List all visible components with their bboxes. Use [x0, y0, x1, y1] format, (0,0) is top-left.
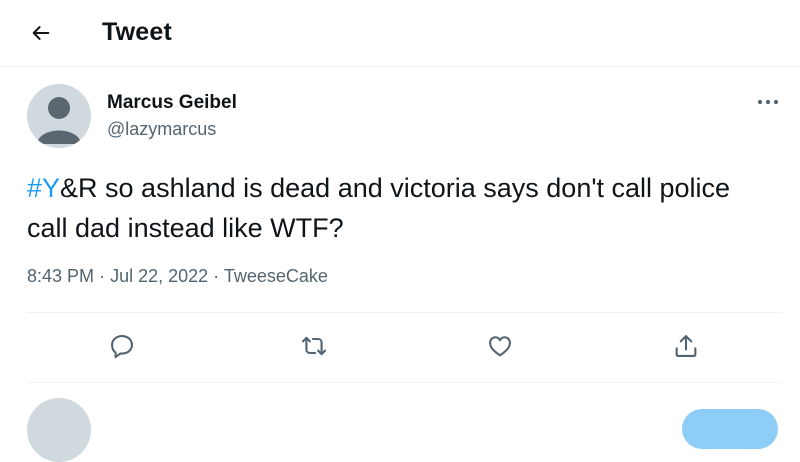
- page-title: Tweet: [102, 18, 172, 46]
- reply-submit-button[interactable]: [682, 409, 778, 449]
- author-display-name[interactable]: Marcus Geibel: [107, 92, 237, 114]
- hashtag-link[interactable]: #Y: [27, 173, 60, 203]
- author-handle[interactable]: @lazymarcus: [107, 119, 216, 140]
- meta-separator: ·: [213, 266, 220, 286]
- share-icon: [675, 335, 697, 357]
- more-horizontal-icon: [757, 99, 779, 105]
- reply-button[interactable]: [102, 326, 142, 366]
- retweet-icon: [301, 336, 327, 356]
- current-user-avatar[interactable]: [27, 398, 91, 462]
- tweet-body: &R so ashland is dead and victoria says …: [27, 173, 731, 243]
- arrow-left-icon: [32, 26, 50, 40]
- tweet-date[interactable]: Jul 22, 2022: [110, 266, 208, 286]
- tweet-source[interactable]: TweeseCake: [224, 266, 328, 286]
- retweet-button[interactable]: [294, 326, 334, 366]
- meta-separator: ·: [99, 266, 106, 286]
- header-bar: Tweet: [0, 0, 800, 67]
- divider: [27, 312, 782, 313]
- divider: [27, 382, 782, 383]
- more-options-button[interactable]: [752, 88, 784, 116]
- back-button[interactable]: [22, 14, 60, 52]
- like-button[interactable]: [480, 326, 520, 366]
- tweet-meta: 8:43 PM · Jul 22, 2022 · TweeseCake: [27, 266, 328, 287]
- share-button[interactable]: [666, 326, 706, 366]
- default-avatar-icon: [37, 97, 81, 144]
- tweet-text: #Y&R so ashland is dead and victoria say…: [27, 168, 777, 248]
- reply-icon: [111, 335, 133, 359]
- tweet-time[interactable]: 8:43 PM: [27, 266, 94, 286]
- heart-icon: [489, 336, 511, 357]
- avatar[interactable]: [27, 84, 91, 148]
